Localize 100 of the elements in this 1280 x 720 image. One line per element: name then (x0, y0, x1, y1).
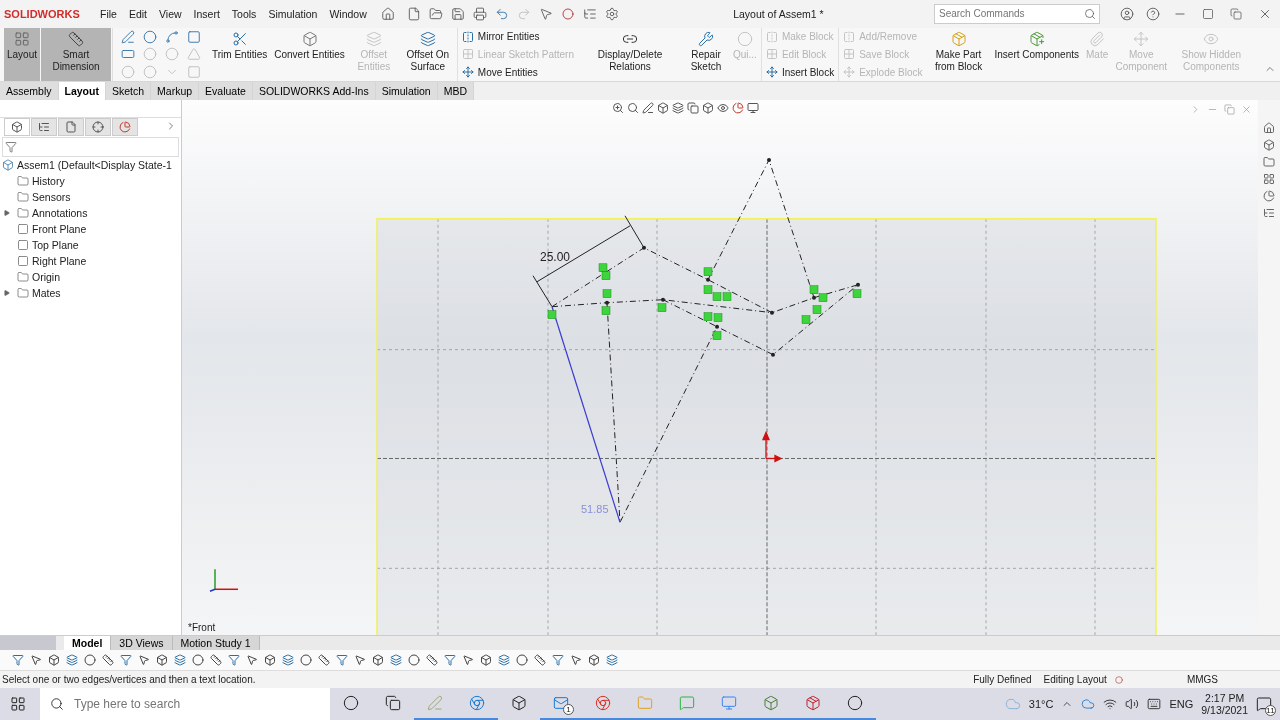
ribbon-button[interactable]: Make Part from Block (926, 27, 991, 81)
mail-icon[interactable] (553, 695, 569, 711)
tree-item[interactable]: Origin (32, 270, 60, 283)
save-icon[interactable] (450, 6, 465, 21)
tree-item[interactable]: Sensors (32, 190, 71, 203)
pane-tab-icon[interactable] (92, 121, 104, 134)
view-tool-icon[interactable] (642, 101, 654, 114)
task-pane-icon[interactable] (1263, 172, 1275, 185)
annotation-tool-icon[interactable] (66, 654, 78, 667)
home-icon[interactable] (380, 6, 395, 21)
expand-arrow-icon[interactable] (4, 209, 10, 216)
language-text[interactable]: ENG (1169, 698, 1194, 710)
sketch-tool-icon[interactable] (165, 29, 180, 44)
annotation-tool-icon[interactable] (318, 654, 330, 667)
annotation-tool-icon[interactable] (84, 654, 96, 667)
annotation-tool-icon[interactable] (462, 654, 474, 667)
wifi-icon[interactable] (1103, 697, 1118, 711)
ribbon-button[interactable]: Insert Components (991, 27, 1083, 81)
annotation-tool-icon[interactable] (300, 654, 312, 667)
tree-item[interactable]: Top Plane (32, 238, 79, 251)
view-tool-icon[interactable] (672, 101, 684, 114)
ribbon-button[interactable]: Trim Entities (209, 27, 271, 81)
new-document-icon[interactable] (406, 6, 421, 21)
search-field[interactable]: Search Commands (934, 3, 1100, 24)
assembly-icon[interactable] (2, 158, 14, 171)
annotation-tool-icon[interactable] (444, 654, 456, 667)
model-tab[interactable]: 3D Views (111, 636, 173, 651)
ribbon-button[interactable]: Offset On Surface (399, 27, 456, 81)
pane-tab-icon[interactable] (119, 121, 131, 134)
filter-icon[interactable] (5, 140, 17, 153)
annotation-tool-icon[interactable] (390, 654, 402, 667)
annotation-tool-icon[interactable] (120, 654, 132, 667)
app-icon[interactable] (763, 695, 779, 711)
ribbon-button[interactable]: Insert Block (765, 66, 835, 79)
restore-icon[interactable] (1230, 7, 1242, 20)
units-text[interactable]: MMGS (1186, 674, 1218, 685)
menu-item[interactable]: Tools (225, 7, 263, 20)
annotation-tool-icon[interactable] (336, 654, 348, 667)
task-pane-icon[interactable] (1263, 189, 1275, 202)
menu-item[interactable]: View (153, 7, 188, 20)
open-folder-icon[interactable] (428, 6, 443, 21)
task-pane-icon[interactable] (1263, 138, 1275, 151)
pane-tab-icon[interactable] (65, 121, 77, 134)
task-view-icon[interactable] (385, 695, 401, 711)
menu-item[interactable]: Insert (187, 7, 226, 20)
maximize-icon[interactable] (1202, 7, 1214, 20)
annotation-tool-icon[interactable] (480, 654, 492, 667)
view-tool-icon[interactable] (732, 101, 744, 114)
browser-icon[interactable] (469, 695, 485, 711)
task-pane-icon[interactable] (1263, 155, 1275, 168)
annotation-tool-icon[interactable] (12, 654, 24, 667)
settings-icon[interactable] (604, 6, 619, 21)
annotation-tool-icon[interactable] (426, 654, 438, 667)
tree-item[interactable]: Right Plane (32, 254, 87, 267)
tree-item[interactable]: Front Plane (32, 222, 87, 235)
view-tool-icon[interactable] (717, 101, 729, 114)
undo-icon[interactable] (494, 6, 509, 21)
annotation-tool-icon[interactable] (30, 654, 42, 667)
options-list-icon[interactable] (582, 6, 597, 21)
view-tool-icon[interactable] (627, 101, 639, 114)
ribbon-button[interactable]: Move Entities (461, 66, 574, 79)
pointer-icon[interactable] (538, 6, 553, 21)
clock[interactable]: 2:17 PM 9/13/2021 (1201, 692, 1248, 716)
annotation-tool-icon[interactable] (534, 654, 546, 667)
annotation-tool-icon[interactable] (228, 654, 240, 667)
annotation-tool-icon[interactable] (210, 654, 222, 667)
start-icon[interactable] (10, 696, 26, 712)
annotation-tool-icon[interactable] (264, 654, 276, 667)
view-tool-icon[interactable] (687, 101, 699, 114)
sketch-tool-icon[interactable] (187, 29, 202, 44)
annotation-tool-icon[interactable] (516, 654, 528, 667)
ribbon-button[interactable]: Repair Sketch (683, 27, 729, 81)
menu-item[interactable]: Simulation (262, 7, 324, 20)
view-tool-icon[interactable] (612, 101, 624, 114)
tree-item[interactable]: Assem1 (Default<Display State-1 (17, 158, 172, 171)
print-icon[interactable] (472, 6, 487, 21)
ribbon-button[interactable]: Mirror Entities (461, 30, 574, 43)
view-tool-icon[interactable] (657, 101, 669, 114)
pane-tab-icon[interactable] (11, 121, 23, 134)
annotation-tool-icon[interactable] (606, 654, 618, 667)
tree-item[interactable]: Mates (32, 286, 61, 299)
account-icon[interactable] (1120, 6, 1134, 21)
chrome-icon[interactable] (595, 695, 611, 711)
taskbar-search-field[interactable]: Type here to search (40, 688, 330, 720)
ribbon-button[interactable]: Smart Dimension (41, 27, 112, 81)
weather-text[interactable]: 31°C (1028, 698, 1054, 710)
annotation-tool-icon[interactable] (588, 654, 600, 667)
annotation-tool-icon[interactable] (156, 654, 168, 667)
task-pane-icon[interactable] (1263, 121, 1275, 134)
annotation-tool-icon[interactable] (408, 654, 420, 667)
package-icon[interactable] (805, 695, 821, 711)
cloud-icon[interactable] (1081, 697, 1096, 711)
view-tool-icon[interactable] (747, 101, 759, 114)
annotation-tool-icon[interactable] (570, 654, 582, 667)
model-tab[interactable]: Model (64, 636, 112, 651)
view-tool-icon[interactable] (702, 101, 714, 114)
ribbon-button[interactable]: Display/Delete Relations (578, 27, 682, 81)
task-pane-icon[interactable] (1263, 206, 1275, 219)
sketch-tool-icon[interactable] (121, 29, 136, 44)
annotation-tool-icon[interactable] (498, 654, 510, 667)
